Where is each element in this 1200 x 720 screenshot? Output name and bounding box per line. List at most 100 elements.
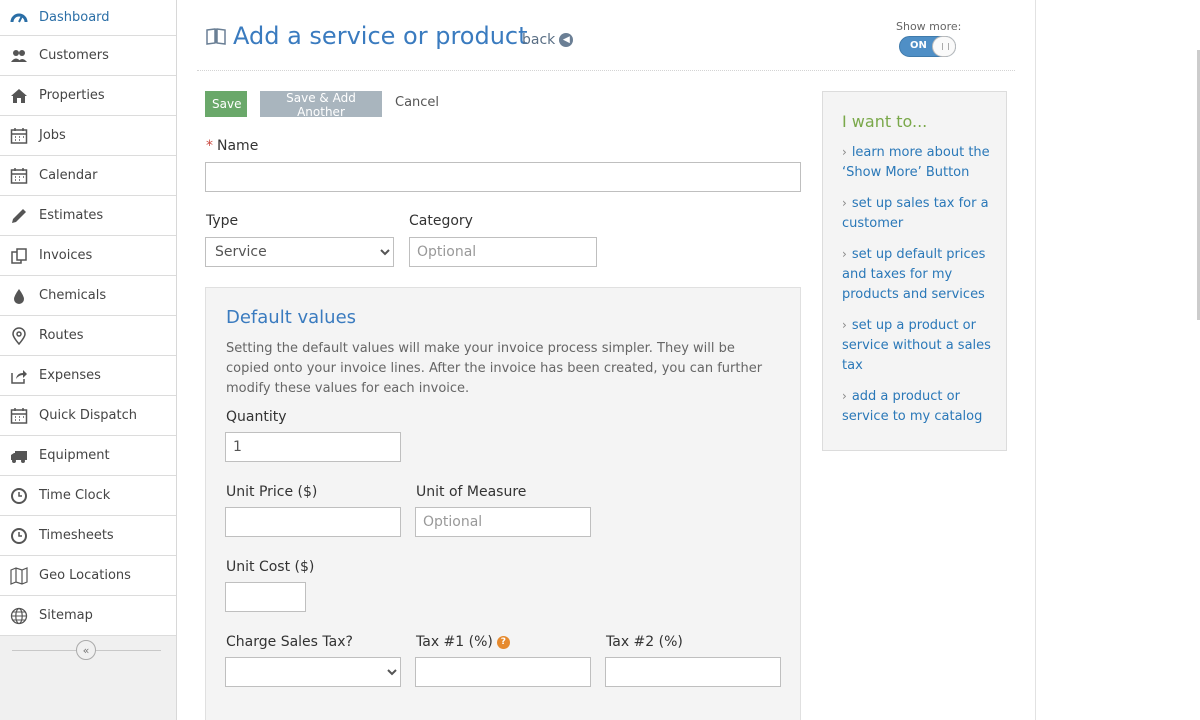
pencil-icon — [9, 207, 29, 225]
right-gutter — [1035, 0, 1200, 720]
clock-icon — [9, 527, 29, 545]
sidebar-item-geo-locations[interactable]: Geo Locations — [0, 556, 176, 596]
sidebar-item-calendar[interactable]: Calendar — [0, 156, 176, 196]
dashboard-icon — [9, 9, 29, 27]
sidebar-item-dashboard[interactable]: Dashboard — [0, 0, 176, 36]
calendar-icon — [9, 167, 29, 185]
sidebar-item-label: Dashboard — [39, 10, 110, 25]
page-title: Add a service or product — [233, 22, 528, 50]
chevron-right-icon: › — [842, 318, 847, 332]
category-label: Category — [409, 213, 473, 229]
sidebar-item-label: Sitemap — [39, 608, 93, 623]
sidebar-item-expenses[interactable]: Expenses — [0, 356, 176, 396]
sidebar-item-label: Customers — [39, 48, 109, 63]
page-header: Add a service or product back ◀ Show mor… — [197, 0, 1015, 71]
share-icon — [9, 367, 29, 385]
sidebar-item-estimates[interactable]: Estimates — [0, 196, 176, 236]
default-values-description: Setting the default values will make you… — [226, 341, 763, 396]
sidebar-item-chemicals[interactable]: Chemicals — [0, 276, 176, 316]
back-arrow-icon: ◀ — [559, 33, 574, 47]
help-title: I want to... — [842, 112, 928, 131]
book-icon — [205, 25, 227, 47]
sidebar-item-label: Expenses — [39, 368, 101, 383]
help-link[interactable]: › set up sales tax for a customer — [842, 193, 997, 234]
map-icon — [9, 566, 29, 585]
type-label: Type — [206, 213, 239, 229]
show-more-toggle[interactable]: ON — [899, 36, 956, 57]
sidebar-collapse-row: « — [0, 636, 176, 666]
tax1-label: Tax #1 (%)? — [416, 634, 510, 650]
quantity-label: Quantity — [226, 409, 287, 425]
sidebar-item-label: Timesheets — [39, 528, 114, 543]
unit-cost-input[interactable] — [225, 582, 306, 612]
required-mark: * — [206, 138, 213, 154]
unit-of-measure-input[interactable] — [415, 507, 591, 537]
sidebar-item-label: Geo Locations — [39, 568, 131, 583]
i-want-to-box: I want to... › learn more about the ‘Show… — [822, 91, 1007, 451]
quantity-input[interactable] — [225, 432, 401, 462]
chevron-right-icon: › — [842, 247, 847, 261]
category-input[interactable] — [409, 237, 597, 267]
tax2-label: Tax #2 (%) — [606, 634, 683, 650]
sidebar-item-label: Chemicals — [39, 288, 107, 303]
sidebar-item-customers[interactable]: Customers — [0, 36, 176, 76]
collapse-sidebar-button[interactable]: « — [76, 640, 96, 660]
default-values-title: Default values — [226, 307, 357, 328]
globe-icon — [9, 607, 29, 625]
sidebar-item-time-clock[interactable]: Time Clock — [0, 476, 176, 516]
toggle-knob — [932, 36, 956, 57]
sidebar-item-invoices[interactable]: Invoices — [0, 236, 176, 276]
sidebar-item-label: Quick Dispatch — [39, 408, 137, 423]
calendar-icon — [9, 127, 29, 145]
show-more-label: Show more: — [896, 20, 962, 33]
back-link[interactable]: back ◀ — [522, 32, 574, 48]
tax2-input[interactable] — [605, 657, 781, 687]
toggle-state: ON — [910, 40, 927, 51]
charge-sales-tax-select[interactable] — [225, 657, 401, 687]
sidebar-item-properties[interactable]: Properties — [0, 76, 176, 116]
clock-icon — [9, 487, 29, 505]
sidebar-item-label: Invoices — [39, 248, 93, 263]
sidebar-item-routes[interactable]: Routes — [0, 316, 176, 356]
map-pin-icon — [9, 326, 29, 345]
calendar-icon — [9, 407, 29, 425]
home-icon — [9, 87, 29, 105]
tax1-input[interactable] — [415, 657, 591, 687]
drop-icon — [9, 287, 29, 305]
sidebar-item-equipment[interactable]: Equipment — [0, 436, 176, 476]
sidebar-item-label: Time Clock — [39, 488, 111, 503]
help-link[interactable]: › set up a product or service without a s… — [842, 315, 997, 376]
chevron-right-icon: › — [842, 389, 847, 403]
sidebar-item-timesheets[interactable]: Timesheets — [0, 516, 176, 556]
unit-price-input[interactable] — [225, 507, 401, 537]
users-icon — [9, 47, 29, 65]
type-select[interactable]: Service — [205, 237, 394, 267]
sidebar-item-quick-dispatch[interactable]: Quick Dispatch — [0, 396, 176, 436]
sidebar-item-label: Jobs — [39, 128, 66, 143]
sidebar-item-sitemap[interactable]: Sitemap — [0, 596, 176, 636]
help-links: › learn more about the ‘Show More’ Button… — [842, 142, 997, 437]
question-icon[interactable]: ? — [496, 635, 510, 649]
sidebar-item-label: Estimates — [39, 208, 104, 223]
sidebar-item-jobs[interactable]: Jobs — [0, 116, 176, 156]
save-add-another-button[interactable]: Save & Add Another — [260, 91, 382, 119]
charge-sales-tax-label: Charge Sales Tax? — [226, 634, 353, 650]
sidebar-item-label: Routes — [39, 328, 84, 343]
save-button[interactable]: Save — [205, 91, 247, 117]
help-link[interactable]: › learn more about the ‘Show More’ Button — [842, 142, 997, 183]
sidebar-item-label: Equipment — [39, 448, 110, 463]
product-form: Save Save & Add Another Cancel * Name Typ… — [205, 80, 805, 290]
name-input[interactable] — [205, 162, 801, 192]
help-link[interactable]: › set up default prices and taxes for my … — [842, 244, 997, 305]
chevron-right-icon: › — [842, 196, 847, 210]
chevron-right-icon: › — [842, 145, 847, 159]
unit-price-label: Unit Price ($) — [226, 484, 318, 500]
unit-cost-label: Unit Cost ($) — [226, 559, 315, 575]
sidebar-item-label: Properties — [39, 88, 105, 103]
help-link[interactable]: › add a product or service to my catalog — [842, 386, 997, 427]
copy-icon — [9, 247, 29, 265]
default-values-panel: Default values Setting the default value… — [205, 287, 801, 720]
cancel-link[interactable]: Cancel — [395, 95, 439, 110]
name-label: * Name — [206, 138, 259, 154]
truck-icon — [9, 447, 29, 465]
